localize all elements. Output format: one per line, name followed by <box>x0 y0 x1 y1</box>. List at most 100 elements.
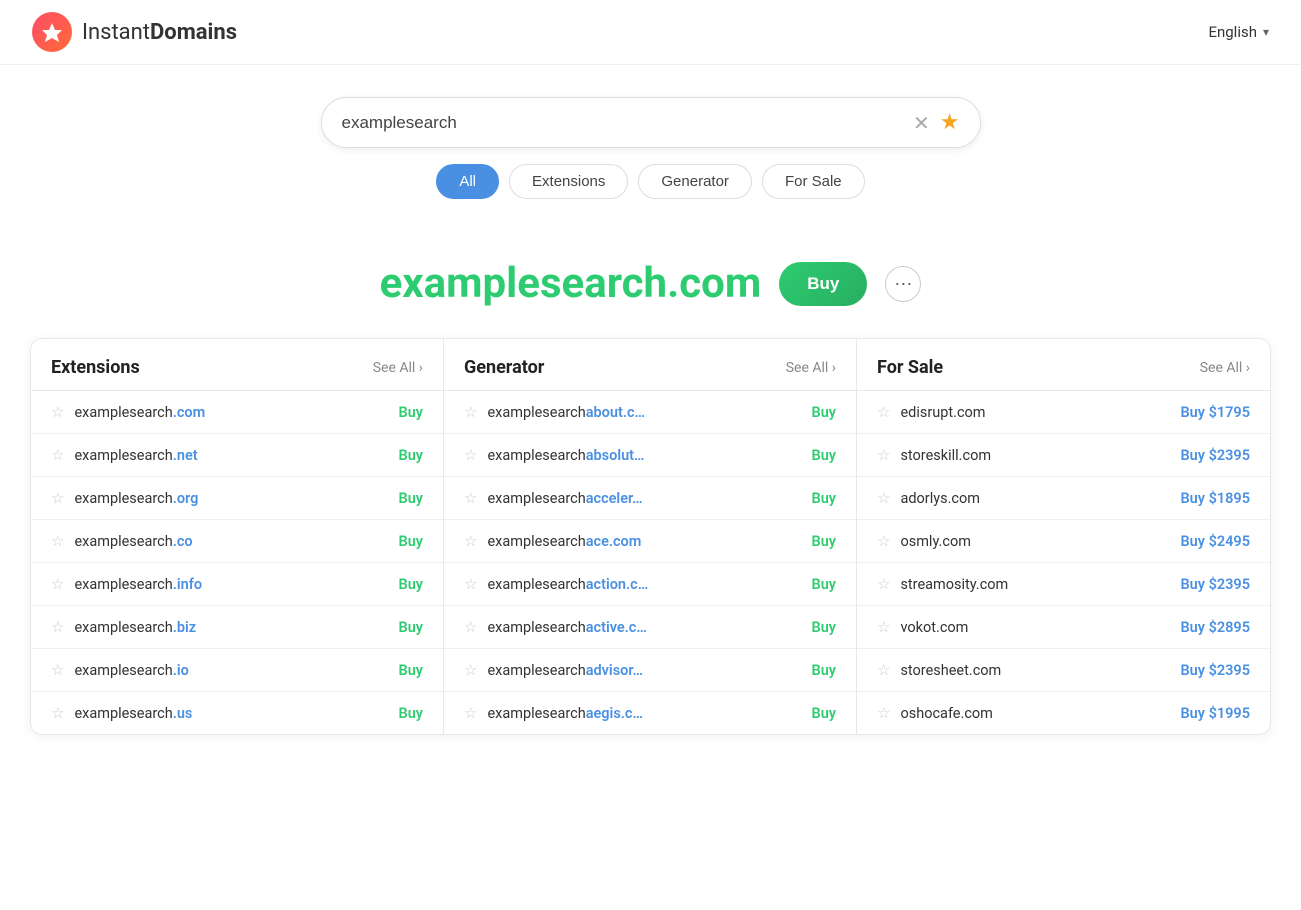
tab-forsale[interactable]: For Sale <box>762 164 865 199</box>
hero-buy-button[interactable]: Buy <box>779 262 867 306</box>
extensions-header: Extensions See All › <box>31 339 443 391</box>
star-icon[interactable]: ☆ <box>877 575 890 593</box>
extensions-see-all[interactable]: See All › <box>373 360 423 376</box>
list-item: ☆ streamosity.com Buy $2395 <box>857 563 1270 606</box>
star-icon[interactable]: ☆ <box>51 446 64 464</box>
star-icon[interactable]: ☆ <box>877 618 890 636</box>
forsale-title: For Sale <box>877 357 943 378</box>
buy-link[interactable]: Buy <box>812 447 837 464</box>
clear-icon[interactable]: ✕ <box>913 113 930 133</box>
buy-link[interactable]: Buy <box>399 490 424 507</box>
star-icon[interactable]: ☆ <box>464 403 477 421</box>
buy-price-link[interactable]: Buy $2895 <box>1180 619 1250 636</box>
favorite-icon[interactable]: ★ <box>940 110 960 135</box>
star-icon[interactable]: ☆ <box>877 403 890 421</box>
buy-link[interactable]: Buy <box>399 705 424 722</box>
domain-name: examplesearchadvisor… <box>487 662 643 679</box>
list-item: ☆storesheet.com Buy $2395 <box>857 649 1270 692</box>
list-item: ☆ examplesearchactive.c… Buy <box>444 606 856 649</box>
generator-title: Generator <box>464 357 544 378</box>
buy-link[interactable]: Buy <box>812 533 837 550</box>
domain-name: examplesearch.com <box>74 404 205 421</box>
generator-header: Generator See All › <box>444 339 856 391</box>
tab-all[interactable]: All <box>436 164 499 199</box>
list-item: ☆examplesearch.biz Buy <box>31 606 443 649</box>
star-icon[interactable]: ☆ <box>464 489 477 507</box>
star-icon[interactable]: ☆ <box>464 575 477 593</box>
star-icon[interactable]: ☆ <box>877 446 890 464</box>
buy-price-link[interactable]: Buy $2395 <box>1180 662 1250 679</box>
buy-link[interactable]: Buy <box>812 619 837 636</box>
star-icon[interactable]: ☆ <box>51 489 64 507</box>
buy-link[interactable]: Buy <box>399 447 424 464</box>
tab-extensions[interactable]: Extensions <box>509 164 628 199</box>
star-icon[interactable]: ☆ <box>51 661 64 679</box>
logo-text: InstantDomains <box>82 20 237 45</box>
buy-price-link[interactable]: Buy $1795 <box>1180 404 1250 421</box>
list-item: ☆ examplesearch.co Buy <box>31 520 443 563</box>
hero-domain-name: examplesearch.com <box>380 259 762 308</box>
list-item: ☆ examplesearchabout.c… Buy <box>444 391 856 434</box>
buy-link[interactable]: Buy <box>399 619 424 636</box>
list-item: ☆examplesearchabsolut… Buy <box>444 434 856 477</box>
star-icon[interactable]: ☆ <box>51 403 64 421</box>
buy-price-link[interactable]: Buy $2495 <box>1180 533 1250 550</box>
filter-tabs: All Extensions Generator For Sale <box>436 164 864 199</box>
buy-link[interactable]: Buy <box>812 705 837 722</box>
domain-name: examplesearchactive.c… <box>487 619 646 636</box>
star-icon[interactable]: ☆ <box>464 532 477 550</box>
buy-link[interactable]: Buy <box>812 662 837 679</box>
logo[interactable]: InstantDomains <box>32 12 237 52</box>
list-item: ☆ examplesearch.com Buy <box>31 391 443 434</box>
list-item: ☆examplesearchace.com Buy <box>444 520 856 563</box>
list-item: ☆vokot.com Buy $2895 <box>857 606 1270 649</box>
logo-icon <box>32 12 72 52</box>
buy-price-link[interactable]: Buy $1995 <box>1180 705 1250 722</box>
star-icon[interactable]: ☆ <box>464 704 477 722</box>
search-input[interactable]: examplesearch <box>342 113 914 133</box>
star-icon[interactable]: ☆ <box>464 446 477 464</box>
star-icon[interactable]: ☆ <box>464 661 477 679</box>
domain-name: streamosity.com <box>900 576 1008 593</box>
star-icon[interactable]: ☆ <box>51 575 64 593</box>
domain-name: examplesearch.co <box>74 533 192 550</box>
buy-link[interactable]: Buy <box>399 404 424 421</box>
domain-name: examplesearch.us <box>74 705 192 722</box>
buy-link[interactable]: Buy <box>812 404 837 421</box>
star-icon[interactable]: ☆ <box>464 618 477 636</box>
results-grid: Extensions See All › ☆ examplesearch.com … <box>30 338 1271 735</box>
buy-price-link[interactable]: Buy $2395 <box>1180 576 1250 593</box>
star-icon[interactable]: ☆ <box>877 661 890 679</box>
tab-generator[interactable]: Generator <box>638 164 752 199</box>
list-item: ☆ examplesearch.org Buy <box>31 477 443 520</box>
buy-price-link[interactable]: Buy $2395 <box>1180 447 1250 464</box>
list-item: ☆ examplesearch.us Buy <box>31 692 443 734</box>
buy-link[interactable]: Buy <box>812 576 837 593</box>
list-item: ☆adorlys.com Buy $1895 <box>857 477 1270 520</box>
generator-column: Generator See All › ☆ examplesearchabout.… <box>444 339 857 734</box>
domain-name: examplesearch.org <box>74 490 198 507</box>
list-item: ☆ examplesearchadvisor… Buy <box>444 649 856 692</box>
star-icon[interactable]: ☆ <box>51 618 64 636</box>
hero-more-button[interactable]: ··· <box>885 266 921 302</box>
forsale-column: For Sale See All › ☆edisrupt.com Buy $17… <box>857 339 1270 734</box>
forsale-see-all[interactable]: See All › <box>1200 360 1250 376</box>
buy-link[interactable]: Buy <box>399 662 424 679</box>
domain-name: examplesearchabout.c… <box>487 404 645 421</box>
list-item: ☆edisrupt.com Buy $1795 <box>857 391 1270 434</box>
buy-link[interactable]: Buy <box>399 533 424 550</box>
list-item: ☆storeskill.com Buy $2395 <box>857 434 1270 477</box>
star-icon[interactable]: ☆ <box>51 704 64 722</box>
buy-link[interactable]: Buy <box>399 576 424 593</box>
header: InstantDomains English ▾ <box>0 0 1301 65</box>
buy-price-link[interactable]: Buy $1895 <box>1180 490 1250 507</box>
domain-name: examplesearchaegis.c… <box>487 705 643 722</box>
buy-link[interactable]: Buy <box>812 490 837 507</box>
list-item: ☆examplesearchaction.c… Buy <box>444 563 856 606</box>
language-selector[interactable]: English ▾ <box>1208 23 1269 41</box>
star-icon[interactable]: ☆ <box>877 704 890 722</box>
star-icon[interactable]: ☆ <box>51 532 64 550</box>
star-icon[interactable]: ☆ <box>877 532 890 550</box>
star-icon[interactable]: ☆ <box>877 489 890 507</box>
generator-see-all[interactable]: See All › <box>786 360 836 376</box>
